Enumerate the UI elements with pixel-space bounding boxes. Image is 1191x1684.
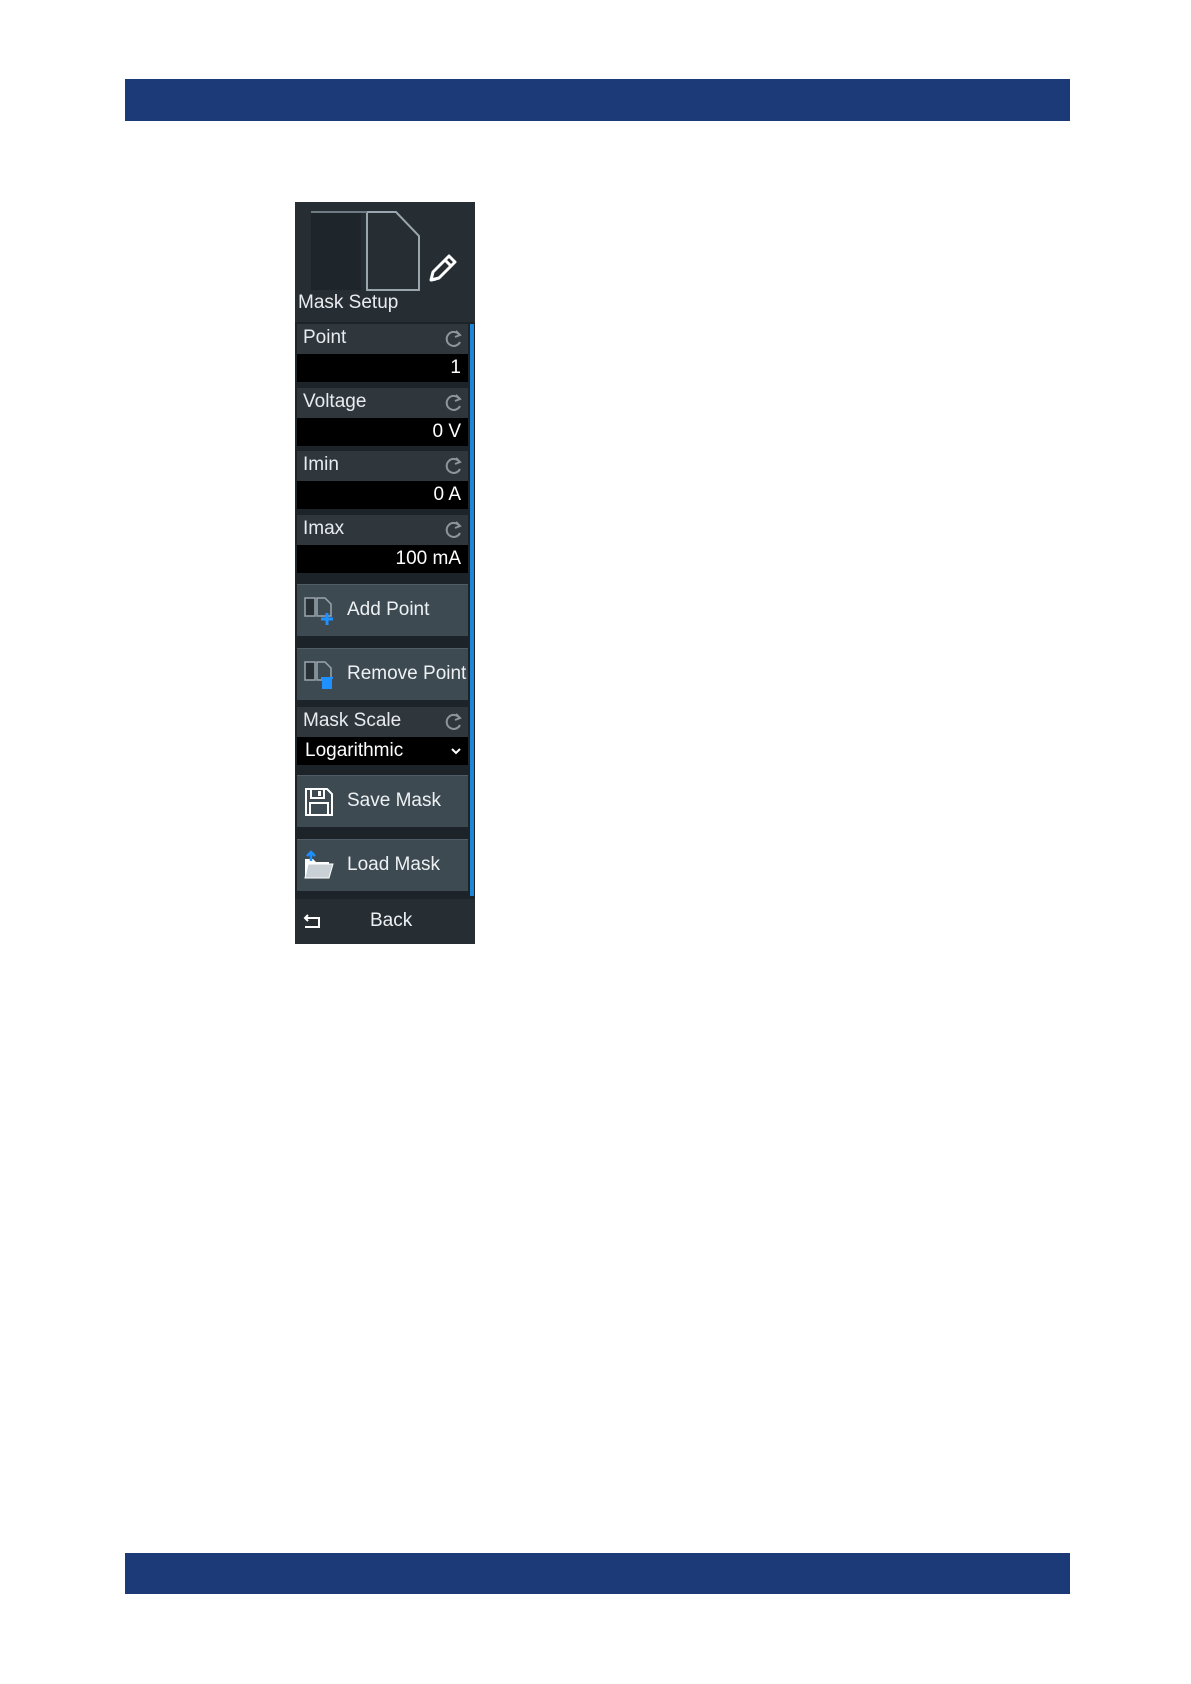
panel-title: Mask Setup: [298, 292, 399, 313]
voltage-field[interactable]: 0 V: [297, 418, 468, 446]
load-mask-button[interactable]: Load Mask: [297, 839, 468, 891]
reset-icon[interactable]: [444, 520, 464, 540]
voltage-label: Voltage: [303, 391, 367, 412]
reset-icon[interactable]: [444, 393, 464, 413]
panel-header: Mask Setup: [295, 202, 475, 322]
header-band: [125, 79, 1070, 121]
point-label: Point: [303, 327, 347, 348]
mask-setup-panel: Mask Setup Point 1 Voltage 0 V Imin 0 A …: [295, 202, 475, 944]
reset-icon[interactable]: [444, 712, 464, 732]
back-arrow-icon: [303, 914, 320, 928]
floppy-disk-icon: [305, 788, 333, 816]
mask-scale-param: Mask Scale Logarithmic: [297, 707, 468, 767]
chevron-down-icon: [451, 748, 461, 755]
back-button[interactable]: Back: [295, 899, 475, 944]
footer-band: [125, 1553, 1070, 1594]
reset-icon[interactable]: [444, 456, 464, 476]
imin-label: Imin: [303, 454, 339, 475]
mask-scale-select[interactable]: Logarithmic: [297, 737, 468, 765]
reset-icon[interactable]: [444, 329, 464, 349]
pencil-icon[interactable]: [423, 248, 463, 288]
point-field[interactable]: 1: [297, 354, 468, 382]
imax-label: Imax: [303, 518, 345, 539]
imax-field[interactable]: 100 mA: [297, 545, 468, 573]
save-mask-button[interactable]: Save Mask: [297, 775, 468, 827]
voltage-param: Voltage 0 V: [297, 388, 468, 448]
folder-open-icon: [304, 850, 334, 879]
add-point-icon: [304, 597, 333, 625]
remove-point-icon: [304, 661, 333, 689]
remove-point-button[interactable]: Remove Point: [297, 648, 468, 700]
imax-param: Imax 100 mA: [297, 515, 468, 575]
mask-scale-label: Mask Scale: [303, 710, 402, 731]
imin-param: Imin 0 A: [297, 451, 468, 511]
imin-field[interactable]: 0 A: [297, 481, 468, 509]
scrollbar[interactable]: [470, 324, 474, 896]
point-param: Point 1: [297, 324, 468, 384]
add-point-button[interactable]: Add Point: [297, 584, 468, 636]
